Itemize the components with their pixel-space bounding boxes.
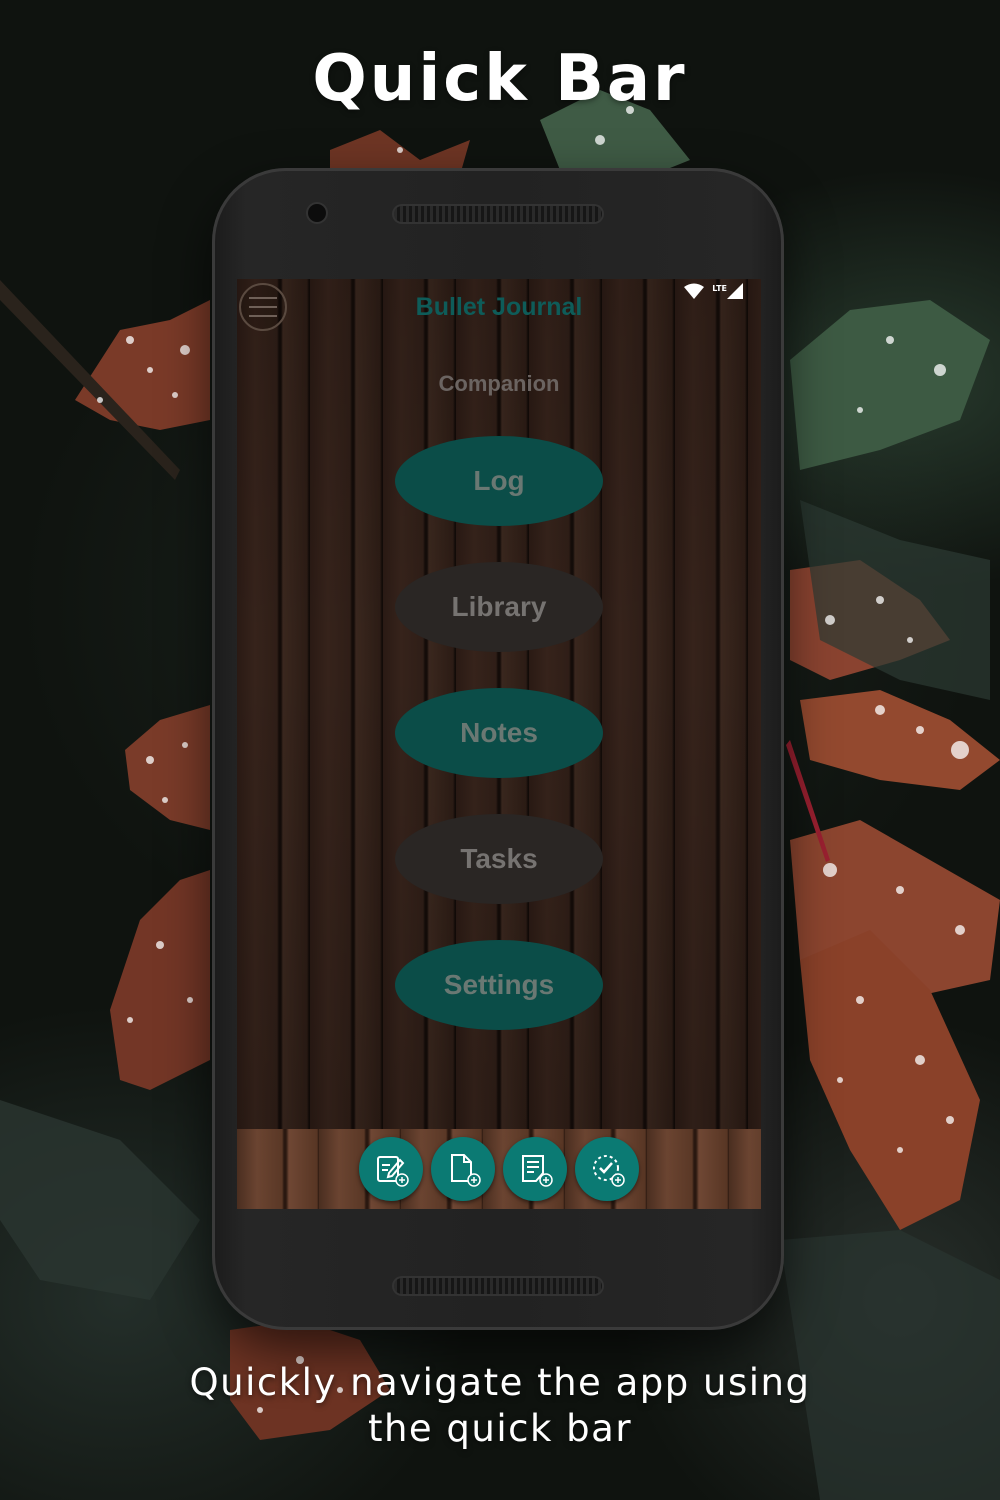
app-subtitle: Companion (438, 371, 560, 396)
promo-headline: Quick Bar (312, 42, 688, 116)
network-type-label: LTE (712, 283, 727, 293)
phone-frame: LTE Bullet Journal Companion Log Library… (212, 168, 784, 1330)
quick-new-page-button[interactable] (431, 1137, 495, 1201)
new-task-icon (593, 1155, 625, 1187)
new-note-icon (522, 1155, 553, 1187)
top-speaker-grille (394, 206, 602, 222)
quick-new-task-button[interactable] (575, 1137, 639, 1201)
notes-button[interactable]: Notes (395, 688, 603, 778)
quick-new-log-entry-button[interactable] (359, 1137, 423, 1201)
front-camera (308, 204, 326, 222)
app-screen: LTE Bullet Journal Companion Log Library… (237, 279, 761, 1209)
quick-bar (237, 1129, 761, 1209)
log-button[interactable]: Log (395, 436, 603, 526)
promo-caption: Quickly navigate the app using the quick… (0, 1360, 1000, 1452)
settings-button[interactable]: Settings (395, 940, 603, 1030)
quick-new-note-button[interactable] (503, 1137, 567, 1201)
library-button[interactable]: Library (395, 562, 603, 652)
new-log-entry-icon (377, 1156, 409, 1187)
caption-line-1: Quickly navigate the app using (189, 1361, 811, 1404)
tasks-button[interactable]: Tasks (395, 814, 603, 904)
new-page-icon (451, 1154, 481, 1187)
app-title: Bullet Journal (415, 293, 583, 321)
caption-line-2: the quick bar (367, 1407, 633, 1450)
bottom-speaker-grille (394, 1278, 602, 1294)
